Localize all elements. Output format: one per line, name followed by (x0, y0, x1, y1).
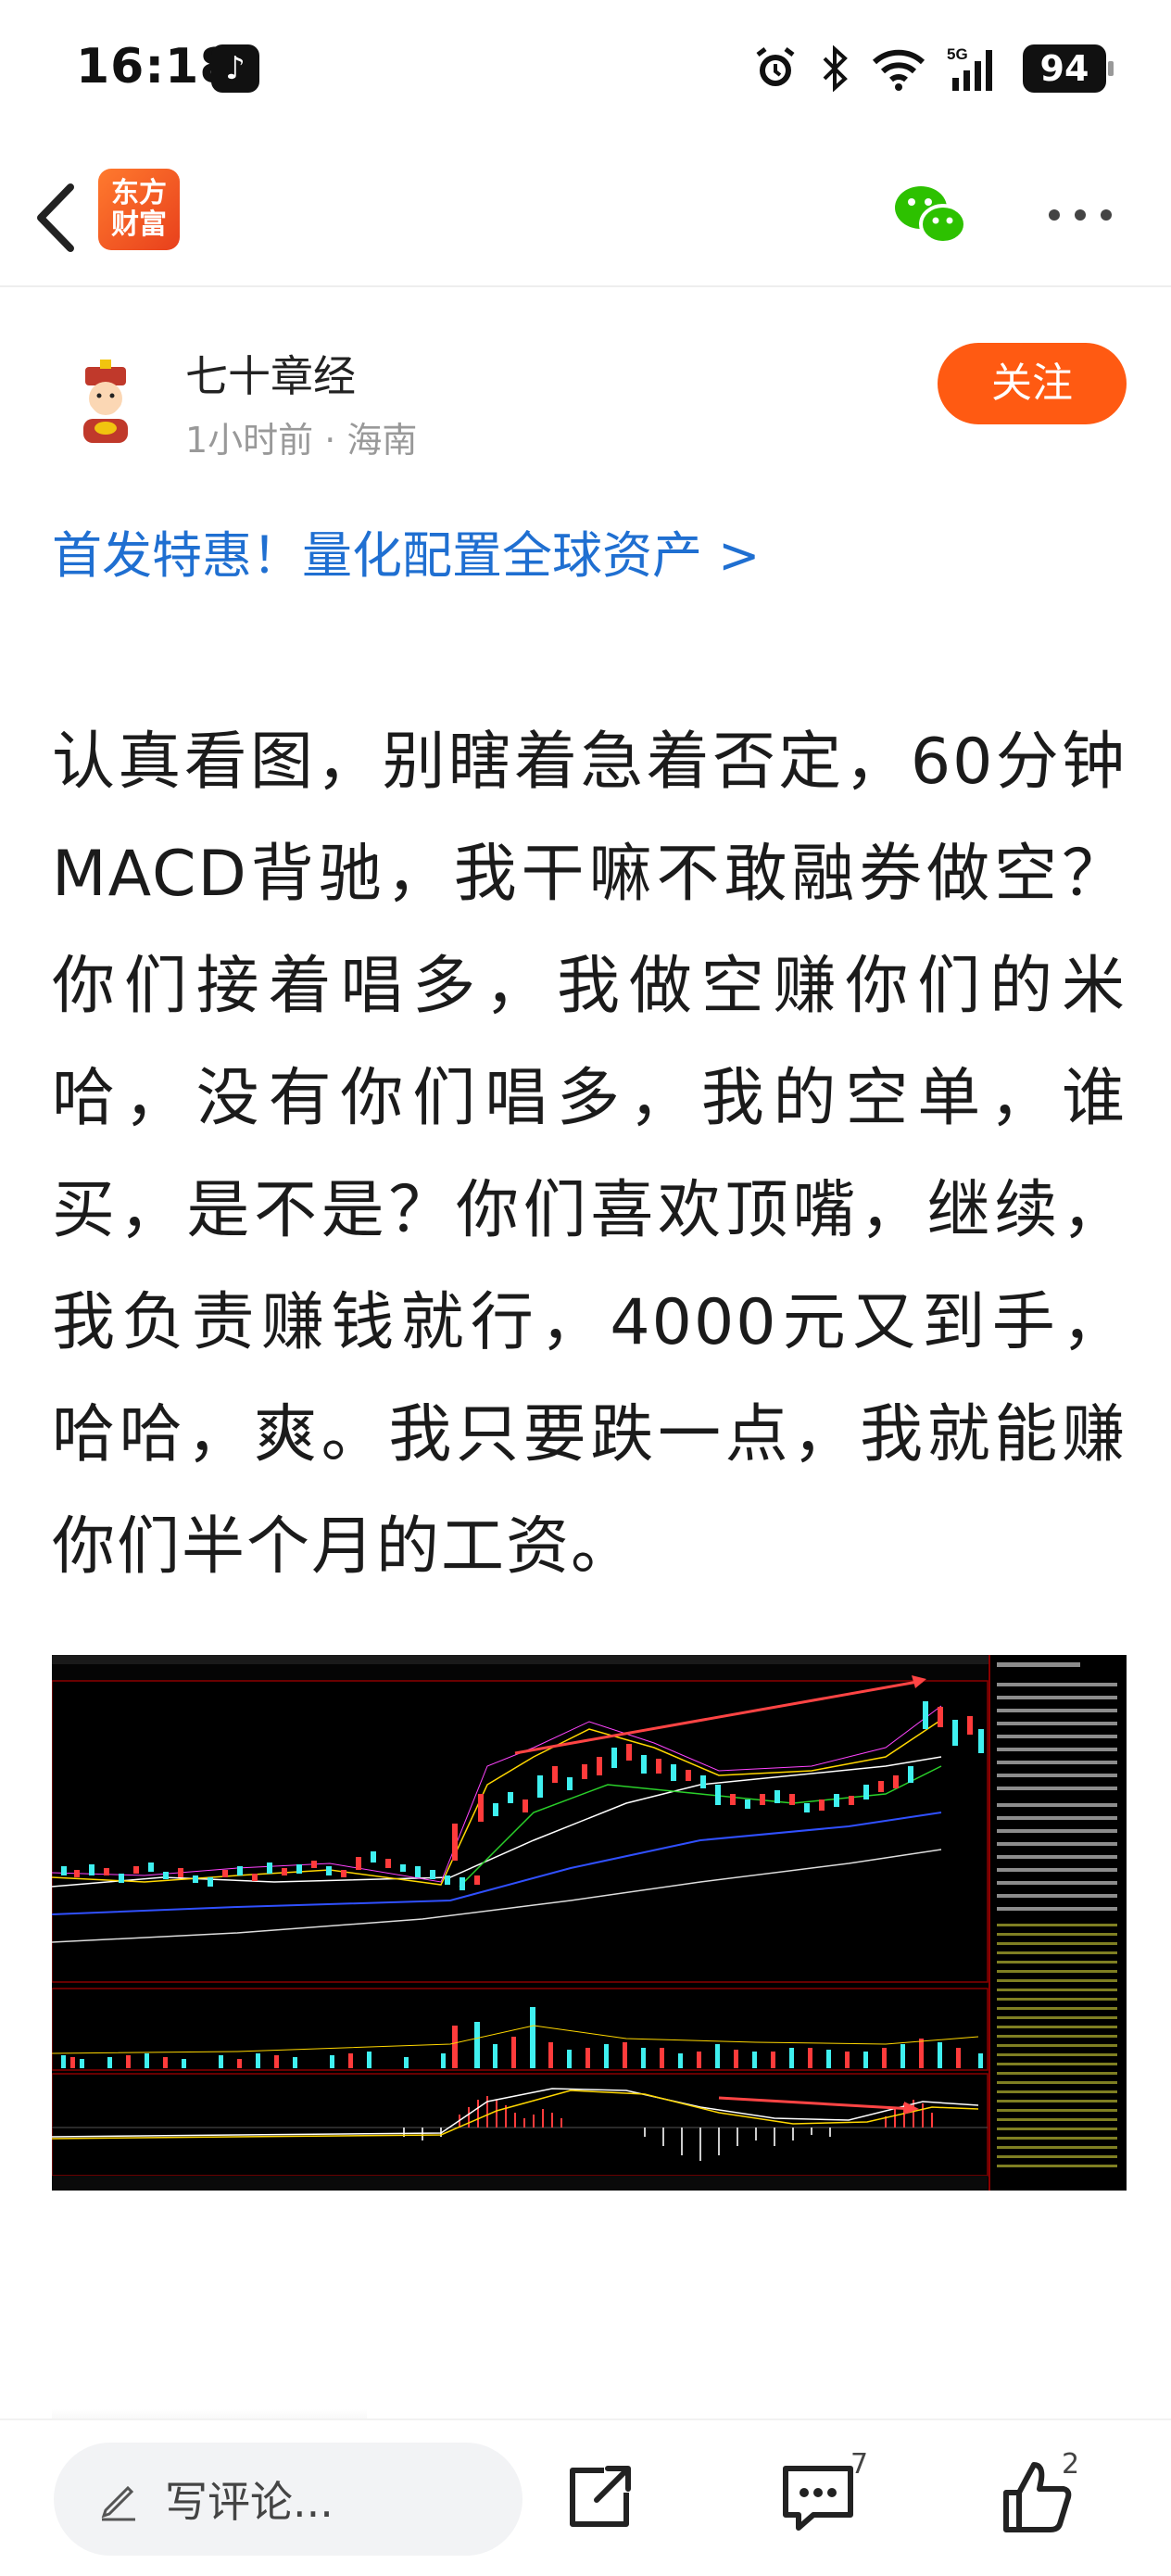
post-body: 认真看图，别瞎着急着否定，60分钟MACD背驰，我干嘛不敢融券做空？你们接着唱多… (52, 726, 1127, 1584)
avatar[interactable] (57, 354, 154, 450)
author-row: 七十章经 1小时前 · 海南 关注 (0, 315, 1171, 463)
back-icon[interactable] (28, 176, 83, 259)
post-time-location: 1小时前 · 海南 (185, 420, 418, 461)
nav-bar: 东方 财富 (0, 148, 1171, 287)
signal-5g-icon: 5G (947, 45, 992, 91)
app-logo[interactable]: 东方 财富 (98, 169, 180, 250)
follow-button[interactable]: 关注 (938, 343, 1127, 424)
comment-count: 7 (850, 2448, 869, 2481)
comment-placeholder: 写评论... (165, 2477, 334, 2527)
alarm-icon (756, 47, 795, 86)
tiktok-notification-icon: ♪ (211, 44, 259, 93)
stock-chart-graphic (52, 1655, 1127, 2191)
pen-icon (101, 2485, 135, 2521)
wifi-icon (872, 49, 925, 91)
bluetooth-icon (823, 45, 848, 92)
comment-icon[interactable] (776, 2456, 860, 2539)
app-logo-line-2: 财富 (111, 208, 167, 241)
share-icon[interactable] (558, 2456, 641, 2539)
wechat-share-icon[interactable] (891, 176, 969, 254)
author-name[interactable]: 七十章经 (185, 343, 356, 404)
promo-link[interactable]: 首发特惠！量化配置全球资产 > (52, 514, 760, 587)
status-icons: 5G 94 (752, 41, 1114, 96)
app-logo-line-1: 东方 (111, 177, 167, 209)
stock-chart-image[interactable] (52, 1655, 1127, 2191)
status-time: 16:18 (76, 39, 234, 95)
bottom-bar: 写评论... 7 2 (0, 2418, 1171, 2576)
status-bar: 16:18 ♪ 5G 94 (0, 0, 1171, 139)
like-count: 2 (1062, 2448, 1080, 2481)
more-options-icon[interactable] (1045, 187, 1115, 243)
battery-indicator: 94 (1023, 44, 1114, 93)
svg-text:5G: 5G (947, 45, 968, 63)
comment-input[interactable]: 写评论... (54, 2443, 523, 2556)
